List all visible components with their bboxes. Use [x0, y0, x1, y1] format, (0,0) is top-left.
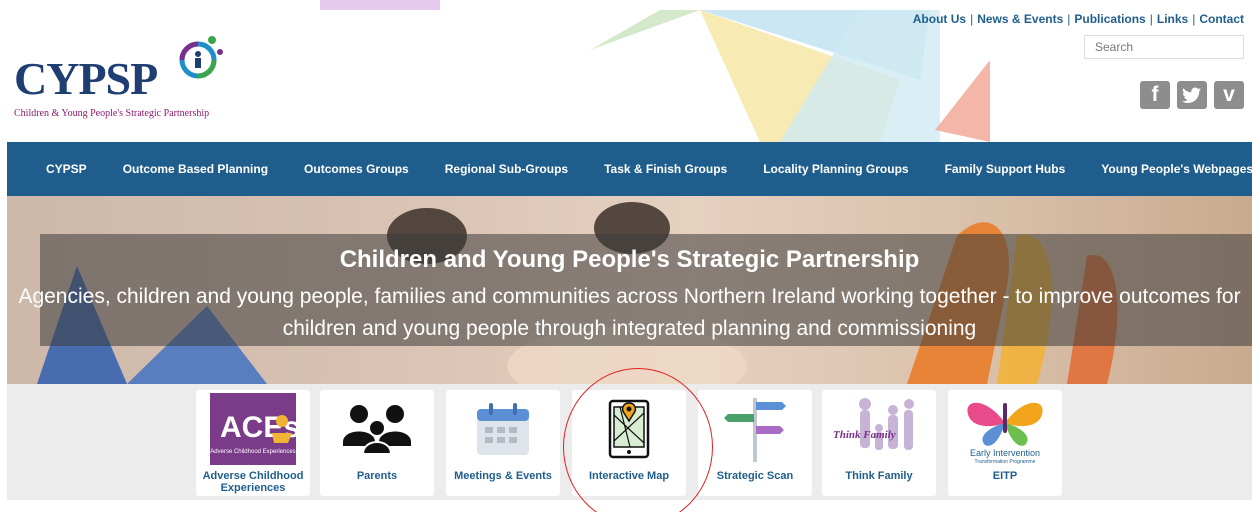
top-links: About Us | News & Events | Publications | Link… [913, 12, 1244, 26]
cypsp-logo[interactable]: CYPSP Children & Young People's Strategi… [14, 30, 244, 125]
eitp-butterfly-glyph: Early Intervention Transformation Progra… [967, 402, 1043, 465]
about-us-link[interactable]: About Us [913, 12, 966, 26]
aces-logo-icon: ACEs Adverse Childhood Experiences [199, 393, 307, 465]
nav-item-outcomes-groups[interactable]: Outcomes Groups [286, 162, 427, 176]
publications-link[interactable]: Publications [1074, 12, 1145, 26]
logo-wordmark: CYPSP [14, 53, 158, 104]
nav-item-family-support-hubs[interactable]: Family Support Hubs [927, 162, 1084, 176]
link-separator: | [1192, 12, 1196, 26]
signpost-icon [701, 393, 809, 465]
red-highlight-circle [563, 368, 713, 512]
calendar-glyph [477, 403, 529, 455]
twitter-icon[interactable] [1177, 81, 1207, 109]
aces-logo-graphic: ACEs Adverse Childhood Experiences [210, 393, 296, 465]
tile-label: Parents [356, 470, 398, 482]
think-family-glyph: Think Family [833, 398, 914, 450]
eitp-logo-text: Early Intervention [970, 448, 1040, 458]
logo-swirl-icon [179, 36, 223, 79]
nav-item-regional-sub-groups[interactable]: Regional Sub-Groups [427, 162, 586, 176]
news-events-link[interactable]: News & Events [977, 12, 1063, 26]
family-silhouette-icon: Think Family [825, 393, 933, 465]
link-separator: | [1149, 12, 1153, 26]
think-family-logo-text: Think Family [833, 429, 896, 441]
nav-item-locality-planning-groups[interactable]: Locality Planning Groups [745, 162, 926, 176]
tile-label: Meetings & Events [454, 470, 552, 482]
tile-parents[interactable]: Parents [320, 390, 434, 496]
twitter-bird-glyph [1182, 87, 1201, 103]
tile-adverse-childhood-experiences[interactable]: ACEs Adverse Childhood Experiences Adver… [196, 390, 310, 496]
tile-strategic-scan[interactable]: Strategic Scan [698, 390, 812, 496]
hero-title: Children and Young People's Strategic Pa… [339, 246, 920, 273]
link-separator: | [970, 12, 974, 26]
aces-logo-caption: Adverse Childhood Experiences [210, 449, 295, 455]
link-separator: | [1067, 12, 1071, 26]
tile-label: Strategic Scan [716, 470, 794, 482]
parents-glyph [343, 405, 411, 454]
links-link[interactable]: Links [1157, 12, 1188, 26]
social-links: f v [1140, 81, 1244, 109]
parents-icon [323, 393, 431, 465]
hero-subtitle: Agencies, children and young people, fam… [18, 285, 1241, 340]
signpost-glyph [724, 398, 786, 462]
tile-think-family[interactable]: Think Family Think Family [822, 390, 936, 496]
nav-item-young-peoples-webpages[interactable]: Young People's Webpages [1083, 162, 1252, 176]
nav-item-outcome-based-planning[interactable]: Outcome Based Planning [105, 162, 286, 176]
butterfly-icon: Early Intervention Transformation Progra… [951, 393, 1059, 465]
nav-item-cypsp[interactable]: CYPSP [7, 162, 105, 176]
hero-banner: Children and Young People's Strategic Pa… [7, 196, 1252, 384]
main-nav: CYPSP Outcome Based Planning Outcomes Gr… [7, 142, 1252, 196]
facebook-icon[interactable]: f [1140, 81, 1170, 109]
nav-item-task-finish-groups[interactable]: Task & Finish Groups [586, 162, 745, 176]
tile-meetings-events[interactable]: Meetings & Events [446, 390, 560, 496]
site-header: CYPSP Children & Young People's Strategi… [0, 0, 1252, 142]
tile-label: Adverse Childhood Experiences [202, 470, 304, 494]
vimeo-icon[interactable]: v [1214, 81, 1244, 109]
calendar-icon [449, 393, 557, 465]
tile-label: EITP [992, 470, 1018, 482]
logo-subtitle: Children & Young People's Strategic Part… [14, 108, 210, 119]
contact-link[interactable]: Contact [1199, 12, 1244, 26]
tile-eitp[interactable]: Early Intervention Transformation Progra… [948, 390, 1062, 496]
eitp-logo-caption: Transformation Programme [975, 459, 1036, 465]
tile-label: Think Family [845, 470, 913, 482]
search-input[interactable] [1084, 35, 1244, 59]
